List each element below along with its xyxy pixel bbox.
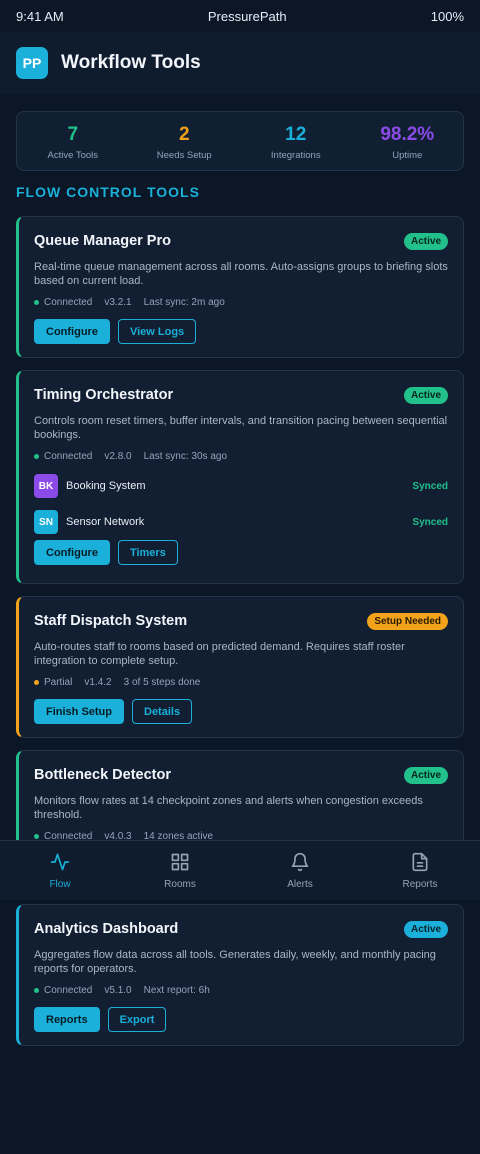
stat-label: Uptime: [392, 150, 423, 161]
finish-setup-button[interactable]: Finish Setup: [34, 699, 124, 724]
connection-dot: [34, 299, 39, 305]
status-badge: Active: [403, 232, 448, 250]
stat-value: 98.2%: [380, 124, 435, 145]
version: v3.2.1: [104, 296, 132, 308]
app-header: PP Workflow Tools: [0, 32, 480, 94]
tool-card-analytics-dashboard[interactable]: Analytics Dashboard Active Aggregates fl…: [16, 904, 464, 1046]
connection-status: Connected: [44, 296, 93, 308]
connection-dot: [34, 833, 39, 839]
status-badge: Active: [403, 386, 448, 404]
stat-label: Integrations: [270, 150, 321, 161]
reports-button[interactable]: Reports: [34, 1007, 100, 1032]
card-description: Real-time queue management across all ro…: [34, 261, 448, 287]
integration-row-booking: BK Booking System Synced: [34, 473, 448, 499]
page-title: Workflow Tools: [61, 52, 201, 73]
nav-label: Flow: [49, 879, 71, 890]
stat-needs-setup: 2 Needs Setup: [129, 112, 241, 170]
status-bar: 9:41 AM PressurePath 100%: [0, 0, 480, 32]
integration-status: Synced: [412, 516, 448, 528]
status-app-name: PressurePath: [207, 8, 287, 24]
next-report: Next report: 6h: [143, 984, 210, 996]
connection-dot: [34, 679, 39, 685]
stat-label: Active Tools: [47, 150, 98, 161]
nav-label: Rooms: [164, 879, 196, 890]
card-title: Queue Manager Pro: [34, 233, 171, 249]
nav-rooms[interactable]: Rooms: [120, 841, 240, 900]
version: v1.4.2: [84, 676, 112, 688]
nav-flow[interactable]: Flow: [0, 841, 120, 900]
status-time: 9:41 AM: [16, 8, 64, 24]
nav-label: Reports: [402, 879, 438, 890]
details-button[interactable]: Details: [132, 699, 193, 724]
connection-dot: [34, 987, 39, 993]
setup-progress: 3 of 5 steps done: [123, 676, 201, 688]
grid-icon: [171, 853, 189, 871]
configure-button[interactable]: Configure: [34, 319, 110, 344]
stat-label: Needs Setup: [156, 150, 212, 161]
export-button[interactable]: Export: [107, 1007, 167, 1032]
card-description: Auto-routes staff to rooms based on pred…: [34, 641, 405, 667]
connection-status: Connected: [44, 984, 93, 996]
status-badge: Active: [403, 766, 448, 784]
version: v5.1.0: [104, 984, 132, 996]
connection-dot: [34, 453, 39, 459]
document-icon: [412, 852, 428, 872]
integration-name: Sensor Network: [66, 516, 145, 528]
card-meta: Connected v5.1.0 Next report: 6h: [34, 984, 448, 996]
sensor-network-icon: SN: [34, 510, 58, 534]
nav-label: Alerts: [287, 879, 313, 890]
bottom-nav: Flow Rooms Alerts Reports: [0, 840, 480, 900]
configure-button[interactable]: Configure: [34, 540, 110, 565]
last-sync: Last sync: 2m ago: [143, 296, 225, 308]
stat-uptime: 98.2% Uptime: [352, 112, 464, 170]
version: v2.8.0: [104, 450, 132, 462]
card-meta: Connected v2.8.0 Last sync: 30s ago: [34, 450, 448, 462]
status-badge: Active: [403, 920, 448, 938]
tool-card-timing-orchestrator[interactable]: Timing Orchestrator Active Controls room…: [16, 370, 464, 584]
card-meta: Partial v1.4.2 3 of 5 steps done: [34, 676, 448, 688]
status-battery: 100%: [430, 8, 464, 24]
integration-status: Synced: [412, 480, 448, 492]
integration-row-sensor: SN Sensor Network Synced: [34, 509, 448, 535]
last-sync: Last sync: 30s ago: [143, 450, 228, 462]
timers-button[interactable]: Timers: [117, 540, 178, 565]
card-description: Aggregates flow data across all tools. G…: [34, 949, 436, 975]
connection-status: Connected: [44, 450, 93, 462]
card-meta: Connected v3.2.1 Last sync: 2m ago: [34, 296, 448, 308]
stat-value: 7: [67, 124, 79, 145]
card-description: Controls room reset timers, buffer inter…: [34, 415, 448, 441]
app-logo: PP: [16, 47, 48, 79]
nav-alerts[interactable]: Alerts: [240, 841, 360, 900]
activity-icon: [50, 853, 70, 871]
nav-reports[interactable]: Reports: [360, 841, 480, 900]
card-description: Monitors flow rates at 14 checkpoint zon…: [34, 795, 423, 821]
stat-value: 2: [178, 124, 190, 145]
stat-active-tools: 7 Active Tools: [17, 112, 129, 170]
card-title: Timing Orchestrator: [34, 387, 174, 403]
bell-icon: [291, 852, 309, 872]
stat-value: 12: [285, 124, 307, 145]
tool-card-queue-manager[interactable]: Queue Manager Pro Active Real-time queue…: [16, 216, 464, 358]
card-title: Bottleneck Detector: [34, 767, 171, 783]
section-title: FLOW CONTROL TOOLS: [16, 184, 200, 200]
booking-system-icon: BK: [34, 474, 58, 498]
status-badge: Setup Needed: [367, 612, 448, 630]
card-title: Analytics Dashboard: [34, 921, 179, 937]
integration-name: Booking System: [66, 480, 146, 492]
view-logs-button[interactable]: View Logs: [117, 319, 197, 344]
stats-panel: 7 Active Tools 2 Needs Setup 12 Integrat…: [16, 111, 464, 171]
stat-integrations: 12 Integrations: [240, 112, 352, 170]
card-title: Staff Dispatch System: [34, 613, 188, 629]
tool-card-staff-dispatch[interactable]: Staff Dispatch System Setup Needed Auto-…: [16, 596, 464, 738]
connection-status: Partial: [44, 676, 73, 688]
